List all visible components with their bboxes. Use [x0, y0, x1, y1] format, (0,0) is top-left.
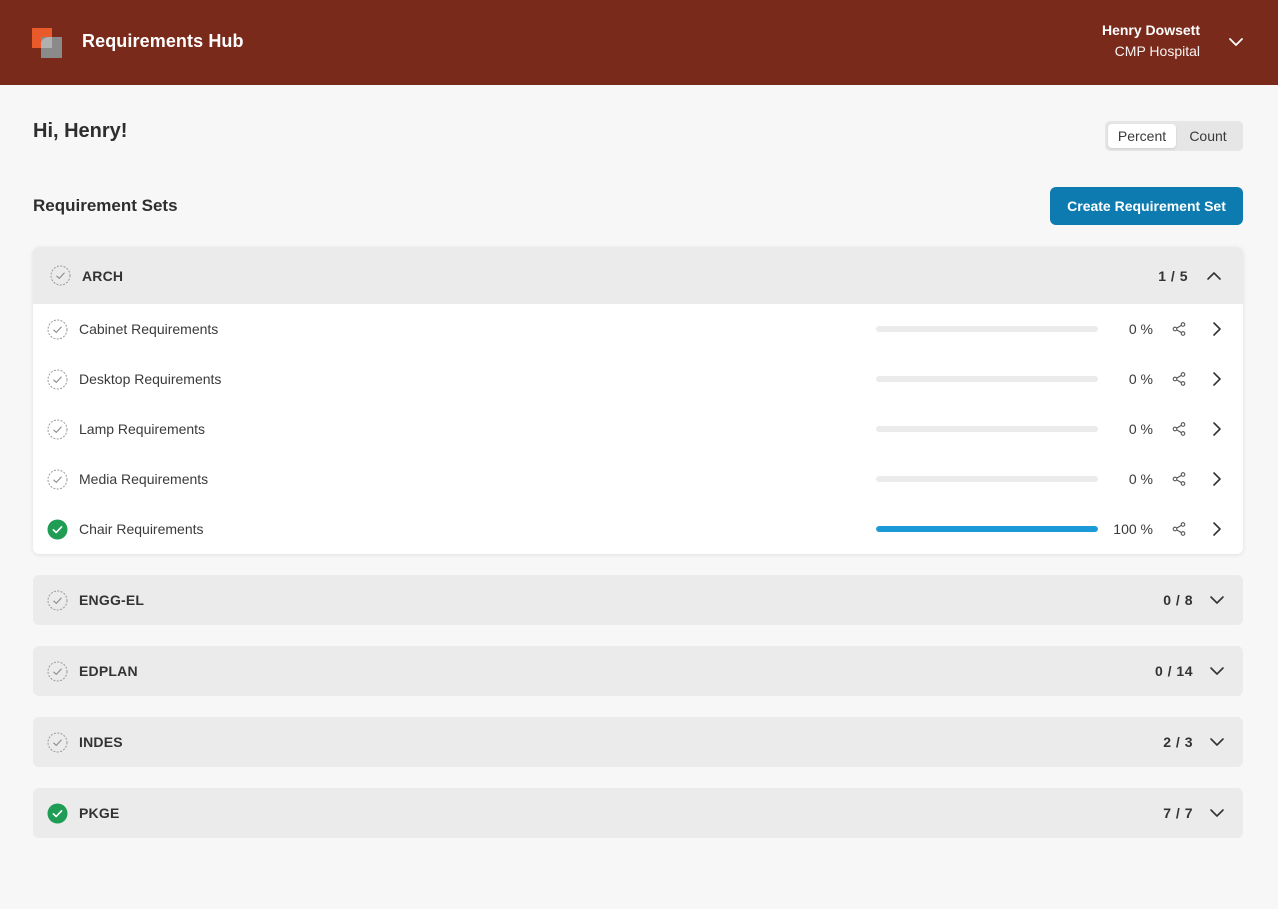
check-circle-outline-icon	[47, 590, 68, 610]
check-circle-outline-icon	[47, 369, 68, 389]
view-toggle: Percent Count	[1105, 121, 1243, 151]
percent-label: 0 %	[1128, 371, 1153, 387]
chevron-down-icon[interactable]	[1228, 34, 1244, 50]
top-bar: Requirements Hub Henry Dowsett CMP Hospi…	[0, 0, 1278, 85]
group-count: 0 / 8	[1163, 592, 1193, 608]
group-count: 2 / 3	[1163, 734, 1193, 750]
progress-bar	[876, 426, 1098, 432]
section-title: Requirement Sets	[33, 196, 178, 215]
group-name: ARCH	[82, 267, 124, 284]
chevron-right-icon[interactable]	[1209, 321, 1225, 337]
group-name: EDPLAN	[79, 663, 138, 679]
group-name: PKGE	[79, 805, 120, 821]
check-circle-outline-icon	[50, 265, 71, 286]
group-arch: ARCH 1 / 5 Cabinet Requirements 0 % Desk…	[33, 247, 1243, 554]
percent-label: 0 %	[1128, 421, 1153, 437]
percent-label: 100 %	[1113, 521, 1153, 537]
group-header[interactable]: INDES 2 / 3	[33, 717, 1243, 767]
share-icon[interactable]	[1171, 321, 1187, 337]
chevron-down-icon[interactable]	[1209, 734, 1225, 750]
group-header[interactable]: ARCH 1 / 5	[33, 247, 1243, 304]
share-icon[interactable]	[1171, 521, 1187, 537]
group-name: INDES	[79, 734, 123, 750]
list-item[interactable]: Cabinet Requirements 0 %	[33, 304, 1243, 354]
percent-label: 0 %	[1128, 321, 1153, 337]
check-circle-outline-icon	[47, 661, 68, 681]
chevron-up-icon[interactable]	[1206, 268, 1222, 284]
chevron-right-icon[interactable]	[1209, 521, 1225, 537]
toggle-count[interactable]: Count	[1176, 124, 1240, 148]
list-item[interactable]: Media Requirements 0 %	[33, 454, 1243, 504]
check-circle-filled-icon	[47, 519, 68, 539]
percent-label: 0 %	[1128, 471, 1153, 487]
chevron-down-icon[interactable]	[1209, 805, 1225, 821]
chevron-right-icon[interactable]	[1209, 421, 1225, 437]
progress-bar	[876, 526, 1098, 532]
group-header[interactable]: ENGG-EL 0 / 8	[33, 575, 1243, 625]
chevron-down-icon[interactable]	[1209, 663, 1225, 679]
group-name: ENGG-EL	[79, 592, 145, 608]
requirement-name: Media Requirements	[79, 471, 209, 487]
check-circle-outline-icon	[47, 469, 68, 489]
group-engg-el: ENGG-EL 0 / 8	[33, 575, 1243, 625]
create-requirement-set-button[interactable]: Create Requirement Set	[1050, 187, 1243, 225]
group-indes: INDES 2 / 3	[33, 717, 1243, 767]
chevron-down-icon[interactable]	[1209, 592, 1225, 608]
check-circle-outline-icon	[47, 319, 68, 339]
group-count: 7 / 7	[1163, 805, 1193, 821]
greeting: Hi, Henry!	[33, 120, 128, 142]
user-organization: CMP Hospital	[1114, 43, 1200, 59]
group-count: 1 / 5	[1158, 267, 1188, 284]
share-icon[interactable]	[1171, 421, 1187, 437]
app-title: Requirements Hub	[82, 31, 244, 51]
requirement-name: Chair Requirements	[79, 521, 204, 537]
group-count: 0 / 14	[1154, 663, 1193, 679]
toggle-percent[interactable]: Percent	[1108, 124, 1176, 148]
requirement-name: Lamp Requirements	[79, 421, 206, 437]
requirement-name: Desktop Requirements	[79, 371, 222, 387]
hub-logo-icon[interactable]	[32, 28, 62, 58]
check-circle-filled-icon	[47, 803, 68, 823]
list-item[interactable]: Desktop Requirements 0 %	[33, 354, 1243, 404]
check-circle-outline-icon	[47, 419, 68, 439]
share-icon[interactable]	[1171, 471, 1187, 487]
list-item[interactable]: Chair Requirements 100 %	[33, 504, 1243, 554]
chevron-right-icon[interactable]	[1209, 471, 1225, 487]
user-menu[interactable]: Henry Dowsett CMP Hospital	[1102, 20, 1200, 62]
list-item[interactable]: Lamp Requirements 0 %	[33, 404, 1243, 454]
chevron-right-icon[interactable]	[1209, 371, 1225, 387]
progress-bar	[876, 476, 1098, 482]
requirement-name: Cabinet Requirements	[79, 321, 219, 337]
share-icon[interactable]	[1171, 371, 1187, 387]
group-header[interactable]: PKGE 7 / 7	[33, 788, 1243, 838]
progress-bar	[876, 326, 1098, 332]
progress-bar	[876, 376, 1098, 382]
check-circle-outline-icon	[47, 732, 68, 752]
group-pkge: PKGE 7 / 7	[33, 788, 1243, 838]
group-header[interactable]: EDPLAN 0 / 14	[33, 646, 1243, 696]
user-name: Henry Dowsett	[1101, 22, 1200, 38]
group-edplan: EDPLAN 0 / 14	[33, 646, 1243, 696]
